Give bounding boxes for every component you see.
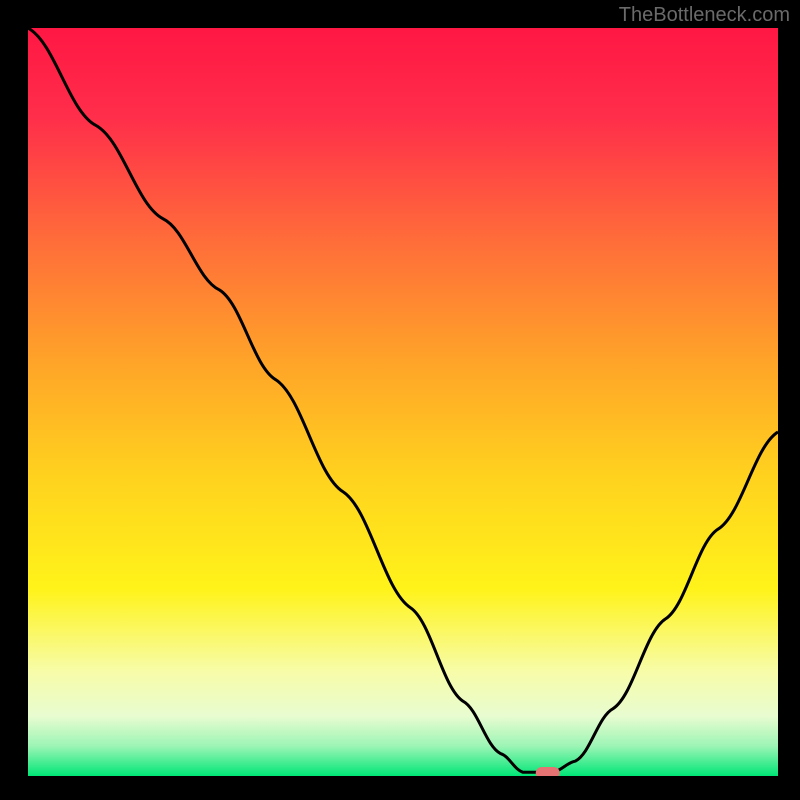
bottleneck-chart bbox=[0, 0, 800, 800]
optimal-marker bbox=[536, 767, 560, 779]
attribution-label: TheBottleneck.com bbox=[619, 4, 790, 27]
plot-background-gradient bbox=[28, 28, 778, 776]
